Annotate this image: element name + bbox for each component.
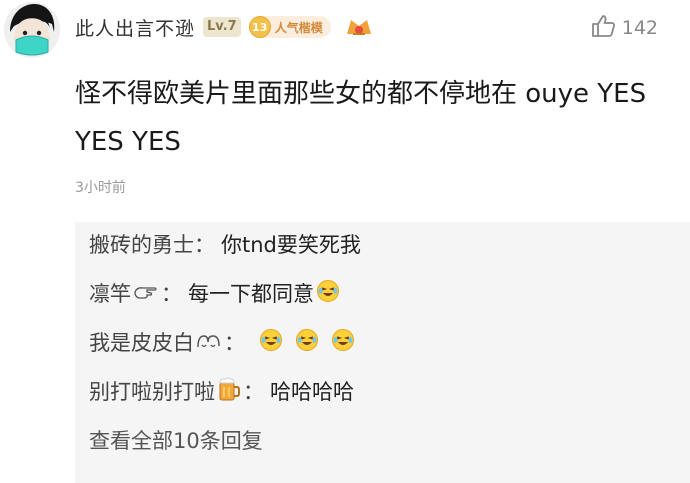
view-all-replies-link[interactable]: 查看全部10条回复 <box>89 428 676 454</box>
fan-emblem-icon <box>345 16 373 38</box>
reply-username[interactable]: 别打啦别打啦 <box>89 379 215 405</box>
popularity-label: 人气楷模 <box>274 20 323 35</box>
comment-header: 此人出言不逊 Lv.7 13 人气楷模 <box>75 12 373 42</box>
reply-item[interactable]: 凛竿 ： 每一下都同意 <box>89 279 676 309</box>
level-badge: Lv.7 <box>203 17 241 37</box>
laugh-cry-emoji-icon <box>316 279 340 309</box>
popularity-badge: 13 人气楷模 <box>248 16 331 38</box>
like-button[interactable]: 142 <box>590 14 658 42</box>
user-avatar-image <box>4 2 60 58</box>
reply-username[interactable]: 搬砖的勇士 <box>89 232 194 258</box>
reply-colon: ： <box>161 282 182 306</box>
comment-text: 怪不得欧美片里面那些女的都不停地在 ouye YES YES YES <box>75 79 647 157</box>
reply-colon: ： <box>224 331 245 355</box>
reply-colon: ： <box>194 233 215 257</box>
reply-section: 搬砖的勇士 ： 你tnd要笑死我 凛竿 ： 每一下都同意 我是皮皮白 ： 别打啦… <box>75 222 690 483</box>
reply-text: 每一下都同意 <box>188 282 314 306</box>
reply-username[interactable]: 凛竿 <box>89 281 131 307</box>
avatar[interactable] <box>4 2 60 58</box>
like-count: 142 <box>621 17 658 39</box>
reply-item[interactable]: 搬砖的勇士 ： 你tnd要笑死我 <box>89 232 676 258</box>
pointing-hand-icon <box>133 281 159 307</box>
popularity-number: 13 <box>248 16 271 38</box>
reply-item[interactable]: 我是皮皮白 ： <box>89 328 676 358</box>
reply-username[interactable]: 我是皮皮白 <box>89 330 194 356</box>
comment-timestamp: 3小时前 <box>75 180 126 196</box>
beer-mug-icon <box>217 376 241 408</box>
comment-username[interactable]: 此人出言不逊 <box>75 14 195 41</box>
laugh-cry-emoji-icon <box>331 328 355 358</box>
reply-item[interactable]: 别打啦别打啦 ： 哈哈哈哈 <box>89 376 676 408</box>
reply-text: 哈哈哈哈 <box>270 380 354 404</box>
laugh-cry-emoji-icon <box>295 328 319 358</box>
laugh-cry-emoji-icon <box>259 328 283 358</box>
cat-face-icon <box>196 330 222 356</box>
reply-text: 你tnd要笑死我 <box>221 233 361 257</box>
thumbs-up-icon <box>590 14 616 42</box>
reply-colon: ： <box>243 380 264 404</box>
